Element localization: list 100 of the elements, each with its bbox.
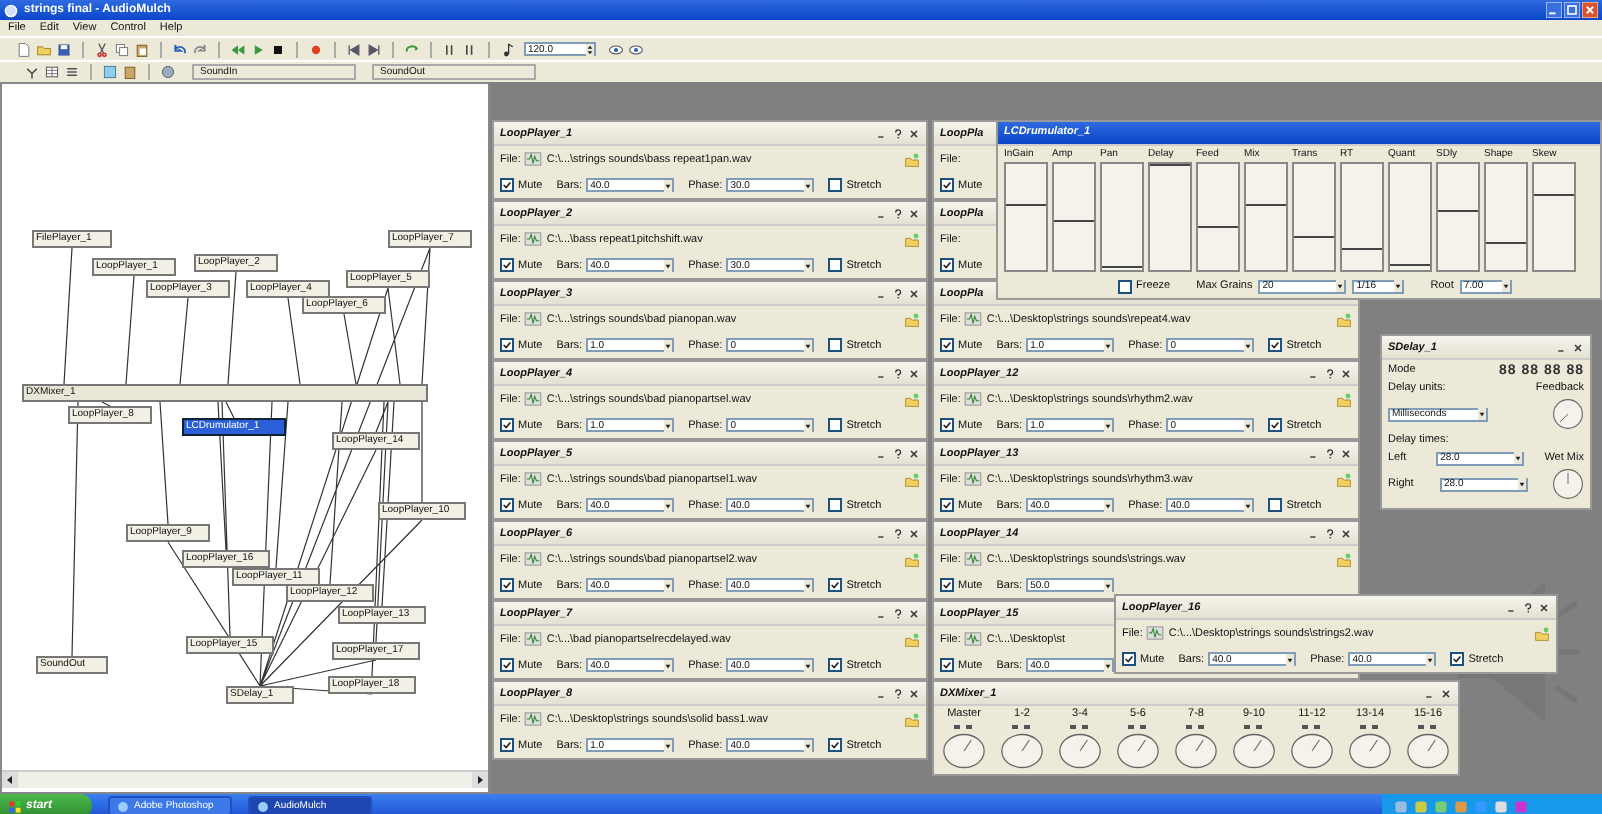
close-icon[interactable] — [1340, 447, 1352, 459]
close-icon[interactable] — [908, 687, 920, 699]
minimize-icon[interactable] — [1546, 2, 1562, 18]
dropdown-arrow-icon[interactable] — [1336, 280, 1345, 293]
close-icon[interactable] — [1340, 527, 1352, 539]
dropdown-arrow-icon[interactable] — [664, 499, 673, 511]
new-file-icon[interactable] — [16, 41, 32, 57]
gain-knob[interactable] — [1058, 732, 1102, 770]
horizontal-scrollbar[interactable] — [2, 770, 488, 788]
stop-icon[interactable] — [270, 41, 286, 57]
dropdown-arrow-icon[interactable] — [1501, 280, 1510, 293]
wet-mix-knob[interactable] — [1552, 468, 1584, 500]
skip-forward-icon[interactable] — [366, 41, 382, 57]
mute-solo-icon[interactable] — [1184, 724, 1208, 730]
dropdown-arrow-icon[interactable] — [1244, 419, 1253, 431]
dropdown-arrow-icon[interactable] — [1104, 499, 1113, 511]
help-icon[interactable] — [892, 127, 904, 139]
gain-knob[interactable] — [1116, 732, 1160, 770]
waveform-icon[interactable] — [524, 632, 543, 646]
waveform-icon[interactable] — [964, 392, 983, 406]
dropdown-arrow-icon[interactable] — [804, 579, 813, 591]
dropdown-arrow-icon[interactable] — [1104, 579, 1113, 591]
step-level-line[interactable] — [1342, 247, 1382, 250]
gain-knob[interactable] — [1232, 732, 1276, 770]
step-level-line[interactable] — [1438, 209, 1478, 212]
dropdown-arrow-icon[interactable] — [1244, 339, 1253, 351]
close-icon[interactable] — [908, 287, 920, 299]
scroll-left-icon[interactable] — [2, 772, 18, 788]
dropdown-arrow-icon[interactable] — [1518, 478, 1526, 490]
loop-icon[interactable] — [404, 41, 420, 57]
step-level-line[interactable] — [1246, 204, 1286, 207]
waveform-icon[interactable] — [524, 312, 543, 326]
waveform-icon[interactable] — [524, 232, 543, 246]
close-icon[interactable] — [1440, 687, 1452, 699]
open-folder-icon[interactable] — [36, 41, 52, 57]
dropdown-arrow-icon[interactable] — [804, 419, 813, 431]
grid-icon[interactable] — [44, 64, 60, 80]
step-level-line[interactable] — [1294, 236, 1334, 239]
cut-icon[interactable] — [94, 41, 110, 57]
pointer-icon[interactable] — [24, 64, 40, 80]
help-icon[interactable] — [1324, 527, 1336, 539]
note-icon[interactable] — [500, 41, 516, 57]
dropdown-arrow-icon[interactable] — [1394, 280, 1403, 293]
waveform-icon[interactable] — [524, 712, 543, 726]
close-icon[interactable] — [908, 127, 920, 139]
spin-arrows-icon[interactable] — [586, 43, 594, 55]
mute-solo-icon[interactable] — [1068, 724, 1092, 730]
help-icon[interactable] — [1324, 367, 1336, 379]
help-icon[interactable] — [892, 287, 904, 299]
close-icon[interactable] — [908, 607, 920, 619]
step-level-line[interactable] — [1102, 266, 1142, 269]
dropdown-arrow-icon[interactable] — [1104, 339, 1113, 351]
mute-solo-icon[interactable] — [1416, 724, 1440, 730]
help-icon[interactable] — [892, 527, 904, 539]
feedback-knob[interactable] — [1552, 398, 1584, 430]
dropdown-arrow-icon[interactable] — [804, 499, 813, 511]
waveform-icon[interactable] — [524, 552, 543, 566]
dropdown-arrow-icon[interactable] — [664, 179, 673, 191]
save-icon[interactable] — [56, 41, 72, 57]
dropdown-arrow-icon[interactable] — [1286, 653, 1295, 665]
help-icon[interactable] — [892, 687, 904, 699]
mute-solo-icon[interactable] — [952, 724, 976, 730]
dropdown-arrow-icon[interactable] — [1514, 452, 1523, 464]
waveform-icon[interactable] — [964, 552, 983, 566]
rewind-play-icon[interactable] — [230, 41, 246, 57]
waveform-icon[interactable] — [524, 152, 543, 166]
dropdown-arrow-icon[interactable] — [804, 339, 813, 351]
dropdown-arrow-icon[interactable] — [1478, 408, 1486, 420]
close-icon[interactable] — [908, 447, 920, 459]
bars-icon[interactable] — [462, 41, 478, 57]
mute-solo-icon[interactable] — [1126, 724, 1150, 730]
help-icon[interactable] — [892, 367, 904, 379]
gain-knob[interactable] — [1348, 732, 1392, 770]
step-level-line[interactable] — [1006, 204, 1046, 207]
window-icon[interactable] — [102, 64, 118, 80]
help-icon[interactable] — [1522, 601, 1534, 613]
dropdown-arrow-icon[interactable] — [664, 259, 673, 271]
step-level-line[interactable] — [1486, 241, 1526, 244]
mute-solo-icon[interactable] — [1300, 724, 1324, 730]
step-level-line[interactable] — [1534, 193, 1574, 196]
dropdown-arrow-icon[interactable] — [1426, 653, 1435, 665]
step-level-line[interactable] — [1198, 225, 1238, 228]
scroll-right-icon[interactable] — [472, 772, 488, 788]
waveform-icon[interactable] — [964, 312, 983, 326]
close-icon[interactable] — [908, 207, 920, 219]
dropdown-arrow-icon[interactable] — [664, 419, 673, 431]
dropdown-arrow-icon[interactable] — [1104, 419, 1113, 431]
dropdown-arrow-icon[interactable] — [1104, 659, 1113, 671]
dropdown-arrow-icon[interactable] — [664, 339, 673, 351]
dropdown-arrow-icon[interactable] — [664, 659, 673, 671]
waveform-icon[interactable] — [964, 472, 983, 486]
dropdown-arrow-icon[interactable] — [804, 659, 813, 671]
close-icon[interactable] — [908, 367, 920, 379]
close-icon[interactable] — [1538, 601, 1550, 613]
close-icon[interactable] — [1340, 367, 1352, 379]
gain-knob[interactable] — [1290, 732, 1334, 770]
dropdown-arrow-icon[interactable] — [804, 259, 813, 271]
dropdown-arrow-icon[interactable] — [804, 179, 813, 191]
gain-knob[interactable] — [1174, 732, 1218, 770]
step-level-line[interactable] — [1390, 263, 1430, 266]
